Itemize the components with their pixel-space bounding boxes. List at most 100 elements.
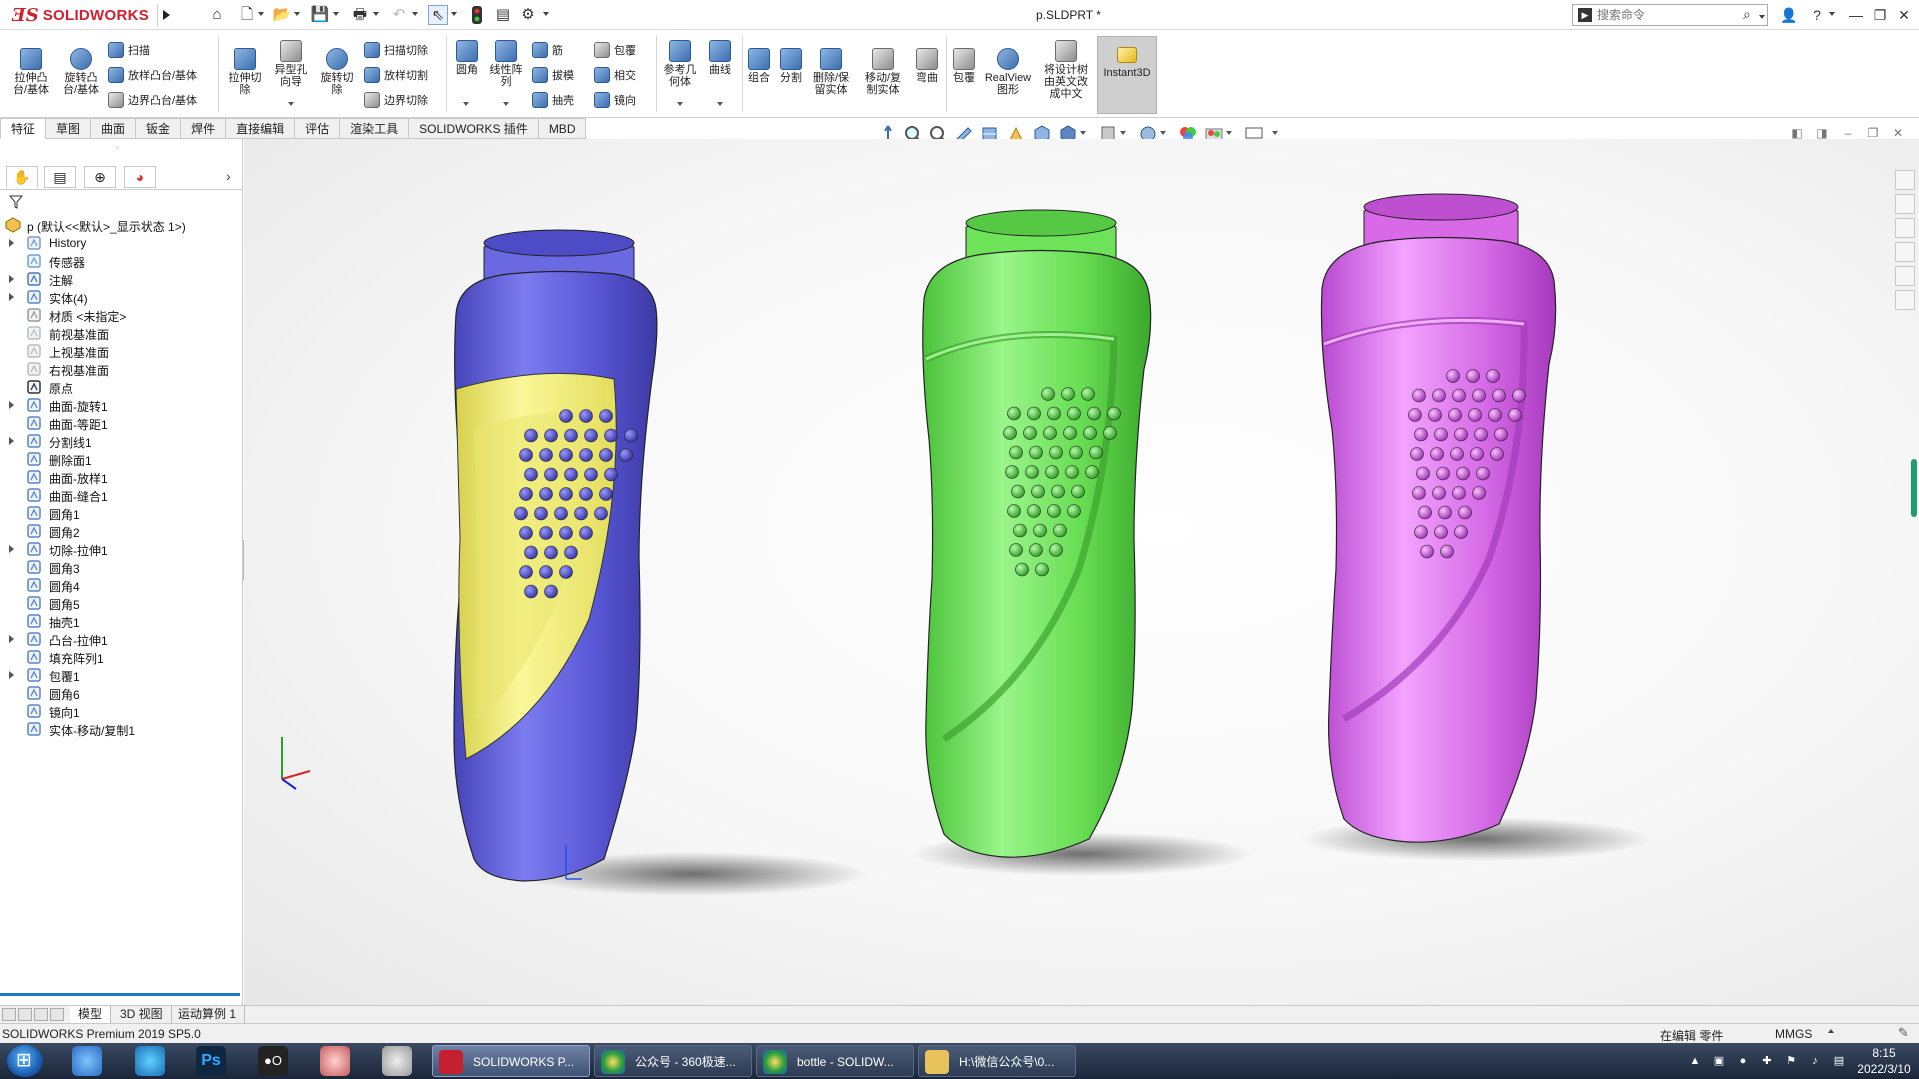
scene-dropdown-icon[interactable] <box>1226 131 1233 136</box>
minimize-icon[interactable]: — <box>1845 4 1867 26</box>
tree-item[interactable]: 材质 <未指定> <box>0 306 240 324</box>
search-input[interactable] <box>1597 7 1737 23</box>
extrude-boss-button[interactable]: 拉伸凸 台/基体 <box>8 48 54 96</box>
solidworks-logo[interactable]: ƎS SOLIDWORKS <box>12 4 149 26</box>
tray-expand-icon[interactable]: ▲ <box>1688 1054 1702 1068</box>
tool-pin-icon[interactable] <box>382 1046 412 1076</box>
taskbar-task[interactable]: SOLIDWORKS P... <box>432 1045 590 1077</box>
home-icon[interactable]: ⌂ <box>207 5 227 25</box>
pattern-dropdown-icon[interactable] <box>503 102 510 107</box>
print-icon[interactable]: 🖶 <box>350 5 370 25</box>
model-tab[interactable]: 模型 <box>70 1006 112 1024</box>
tree-item[interactable]: 圆角3 <box>0 558 240 576</box>
last-tab-button[interactable] <box>50 1008 64 1021</box>
select-cursor-icon[interactable]: ⇖ <box>428 5 448 25</box>
hole-wizard-dropdown-icon[interactable] <box>288 102 295 107</box>
fillet-dropdown-icon[interactable] <box>463 102 470 107</box>
open-dropdown-icon[interactable] <box>294 10 301 17</box>
tree-item[interactable]: 圆角6 <box>0 684 240 702</box>
tree-item[interactable]: 包覆1 <box>0 666 240 684</box>
tray-flag-icon[interactable]: ⚑ <box>1784 1054 1798 1068</box>
tree-item[interactable]: 原点 <box>0 378 240 396</box>
tree-item[interactable]: 上视基准面 <box>0 342 240 360</box>
taskbar-task[interactable]: 公众号 - 360极速... <box>594 1045 752 1077</box>
clock-time[interactable]: 8:15 <box>1854 1046 1914 1060</box>
tree-item[interactable]: 实体(4) <box>0 288 240 306</box>
tree-item[interactable]: 分割线1 <box>0 432 240 450</box>
app-pin-icon[interactable] <box>72 1046 102 1076</box>
tree-item[interactable]: 镜向1 <box>0 702 240 720</box>
prev-tab-button[interactable] <box>18 1008 32 1021</box>
expand-arrow-icon[interactable] <box>9 275 14 283</box>
new-dropdown-icon[interactable] <box>258 10 265 17</box>
custom-properties-icon[interactable] <box>1895 290 1915 310</box>
help-dropdown-icon[interactable] <box>1829 10 1836 17</box>
realview-button[interactable]: RealView 图形 <box>982 48 1034 96</box>
user-icon[interactable]: 👤 <box>1778 4 1800 26</box>
solidworks-resources-icon[interactable] <box>1895 170 1915 190</box>
tree-item[interactable]: 圆角5 <box>0 594 240 612</box>
quick-tips-icon[interactable]: ✎ <box>1898 1025 1909 1041</box>
configuration-manager-tab[interactable]: ⊕ <box>84 166 116 188</box>
loft-boss-button[interactable]: 放样凸台/基体 <box>108 65 197 85</box>
appearances-icon[interactable] <box>1895 266 1915 286</box>
unit-system[interactable]: MMGS <box>1775 1027 1812 1041</box>
model-tab[interactable]: 运动算例 1 <box>170 1006 246 1024</box>
curves-dropdown-icon[interactable] <box>717 102 724 107</box>
help-icon[interactable]: ? <box>1806 4 1828 26</box>
tree-item[interactable]: 删除面1 <box>0 450 240 468</box>
tree-item[interactable]: 凸台-拉伸1 <box>0 630 240 648</box>
revolve-cut-button[interactable]: 旋转切 除 <box>314 48 360 96</box>
print-dropdown-icon[interactable] <box>373 10 380 17</box>
combine-button[interactable]: 组合 <box>744 48 774 84</box>
tree-item[interactable]: 曲面-等距1 <box>0 414 240 432</box>
browser-pin-icon[interactable] <box>135 1046 165 1076</box>
clock-date[interactable]: 2022/3/10 <box>1854 1062 1914 1076</box>
draft-button[interactable]: 拔模 <box>532 65 574 85</box>
tree-item[interactable]: 填充阵列1 <box>0 648 240 666</box>
fillet-button[interactable]: 圆角 <box>450 40 484 76</box>
view-settings-dropdown-icon[interactable] <box>1272 131 1279 136</box>
curves-button[interactable]: 曲线 <box>704 40 736 76</box>
tree-item[interactable]: 前视基准面 <box>0 324 240 342</box>
expand-arrow-icon[interactable] <box>9 671 14 679</box>
tree-root-part[interactable]: p (默认<<默认>_显示状态 1>) <box>0 216 240 234</box>
intersect-button[interactable]: 相交 <box>594 65 636 85</box>
expand-arrow-icon[interactable] <box>9 635 14 643</box>
tree-item[interactable]: 右视基准面 <box>0 360 240 378</box>
close-icon[interactable]: ✕ <box>1893 4 1915 26</box>
boundary-cut-button[interactable]: 边界切除 <box>364 90 428 110</box>
command-tab[interactable]: 直接编辑 <box>226 118 296 139</box>
tree-item[interactable]: 传感器 <box>0 252 240 270</box>
command-tab[interactable]: 特征 <box>0 118 47 139</box>
unit-system-dropdown-icon[interactable] <box>1828 1029 1835 1034</box>
save-icon[interactable]: 💾 <box>310 5 330 25</box>
tray-ime-icon[interactable]: ▤ <box>1832 1054 1846 1068</box>
feature-manager-tab[interactable]: ✋ <box>6 166 38 188</box>
tree-item[interactable]: History <box>0 234 240 252</box>
taskbar-task[interactable]: bottle - SOLIDW... <box>756 1045 914 1077</box>
expand-arrow-icon[interactable] <box>9 239 14 247</box>
taskbar-task[interactable]: H:\微信公众号\0... <box>918 1045 1076 1077</box>
tree-item[interactable]: 圆角1 <box>0 504 240 522</box>
model-tab[interactable]: 3D 视图 <box>112 1006 172 1024</box>
task-pane-scroll-indicator[interactable] <box>1911 459 1917 517</box>
split-button[interactable]: 分割 <box>776 48 806 84</box>
tree-item[interactable]: 圆角2 <box>0 522 240 540</box>
expand-arrow-icon[interactable] <box>9 545 14 553</box>
magenta-bottle[interactable] <box>1320 193 1557 843</box>
tree-item[interactable]: 注解 <box>0 270 240 288</box>
expand-arrow-icon[interactable] <box>9 401 14 409</box>
command-tab[interactable]: 曲面 <box>91 118 137 139</box>
tree-item[interactable]: 曲面-旋转1 <box>0 396 240 414</box>
next-tab-button[interactable] <box>34 1008 48 1021</box>
hide-show-dropdown-icon[interactable] <box>1120 131 1127 136</box>
rib-button[interactable]: 筋 <box>532 40 563 60</box>
tree-item[interactable]: 实体-移动/复制1 <box>0 720 240 738</box>
ref-geometry-dropdown-icon[interactable] <box>677 102 684 107</box>
wrap-feature-button[interactable]: 包覆 <box>948 48 980 84</box>
graphics-area[interactable] <box>244 139 1919 1005</box>
tree-item[interactable]: 切除-拉伸1 <box>0 540 240 558</box>
expand-arrow-icon[interactable] <box>9 437 14 445</box>
display-style-dropdown-icon[interactable] <box>1080 131 1087 136</box>
